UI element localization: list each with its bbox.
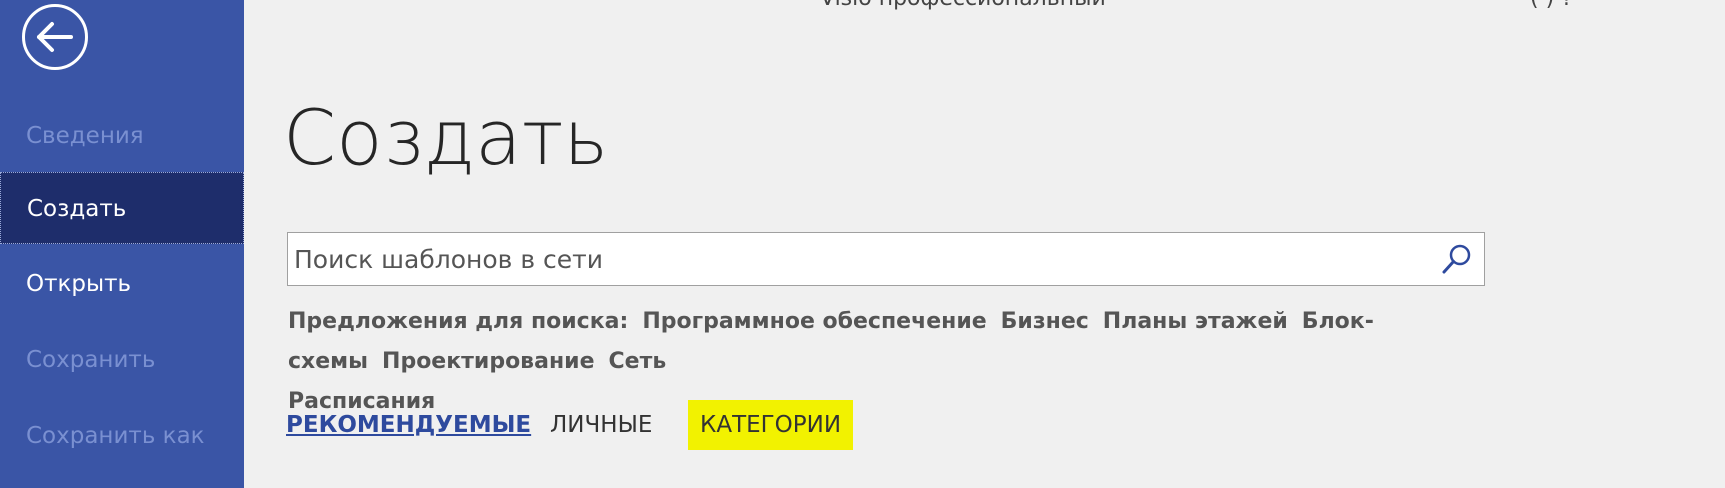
template-search-box (287, 232, 1485, 286)
back-arrow-icon (37, 22, 73, 52)
suggestion-link[interactable]: Планы этажей (1103, 309, 1288, 334)
sidebar-item-info: Сведения (26, 123, 144, 149)
search-icon[interactable] (1440, 242, 1474, 276)
sidebar-item-save: Сохранить (26, 347, 156, 373)
tab-featured[interactable]: РЕКОМЕНДУЕМЫЕ (286, 400, 531, 450)
sidebar-item-new[interactable]: Создать (0, 172, 244, 244)
window-title-controls: ( ) ? (1530, 0, 1573, 11)
page-title: Создать (283, 93, 609, 182)
sidebar-item-open[interactable]: Открыть (0, 248, 244, 320)
back-button[interactable] (22, 4, 88, 70)
window-title: Visio профессиональный (820, 0, 1106, 11)
template-search-input[interactable] (294, 233, 1414, 285)
suggestion-link[interactable]: Программное обеспечение (642, 309, 986, 334)
suggestions-label: Предложения для поиска: (288, 309, 629, 334)
suggestion-link[interactable]: Бизнес (1001, 309, 1089, 334)
suggestion-link[interactable]: Сеть (609, 349, 667, 374)
backstage-sidebar: Сведения Создать Открыть Сохранить Сохра… (0, 0, 244, 488)
sidebar-item-save-as: Сохранить как (26, 423, 205, 449)
suggestion-link[interactable]: Проектирование (382, 349, 594, 374)
tab-categories[interactable]: КАТЕГОРИИ (688, 400, 854, 450)
tab-personal[interactable]: ЛИЧНЫЕ (550, 400, 652, 450)
